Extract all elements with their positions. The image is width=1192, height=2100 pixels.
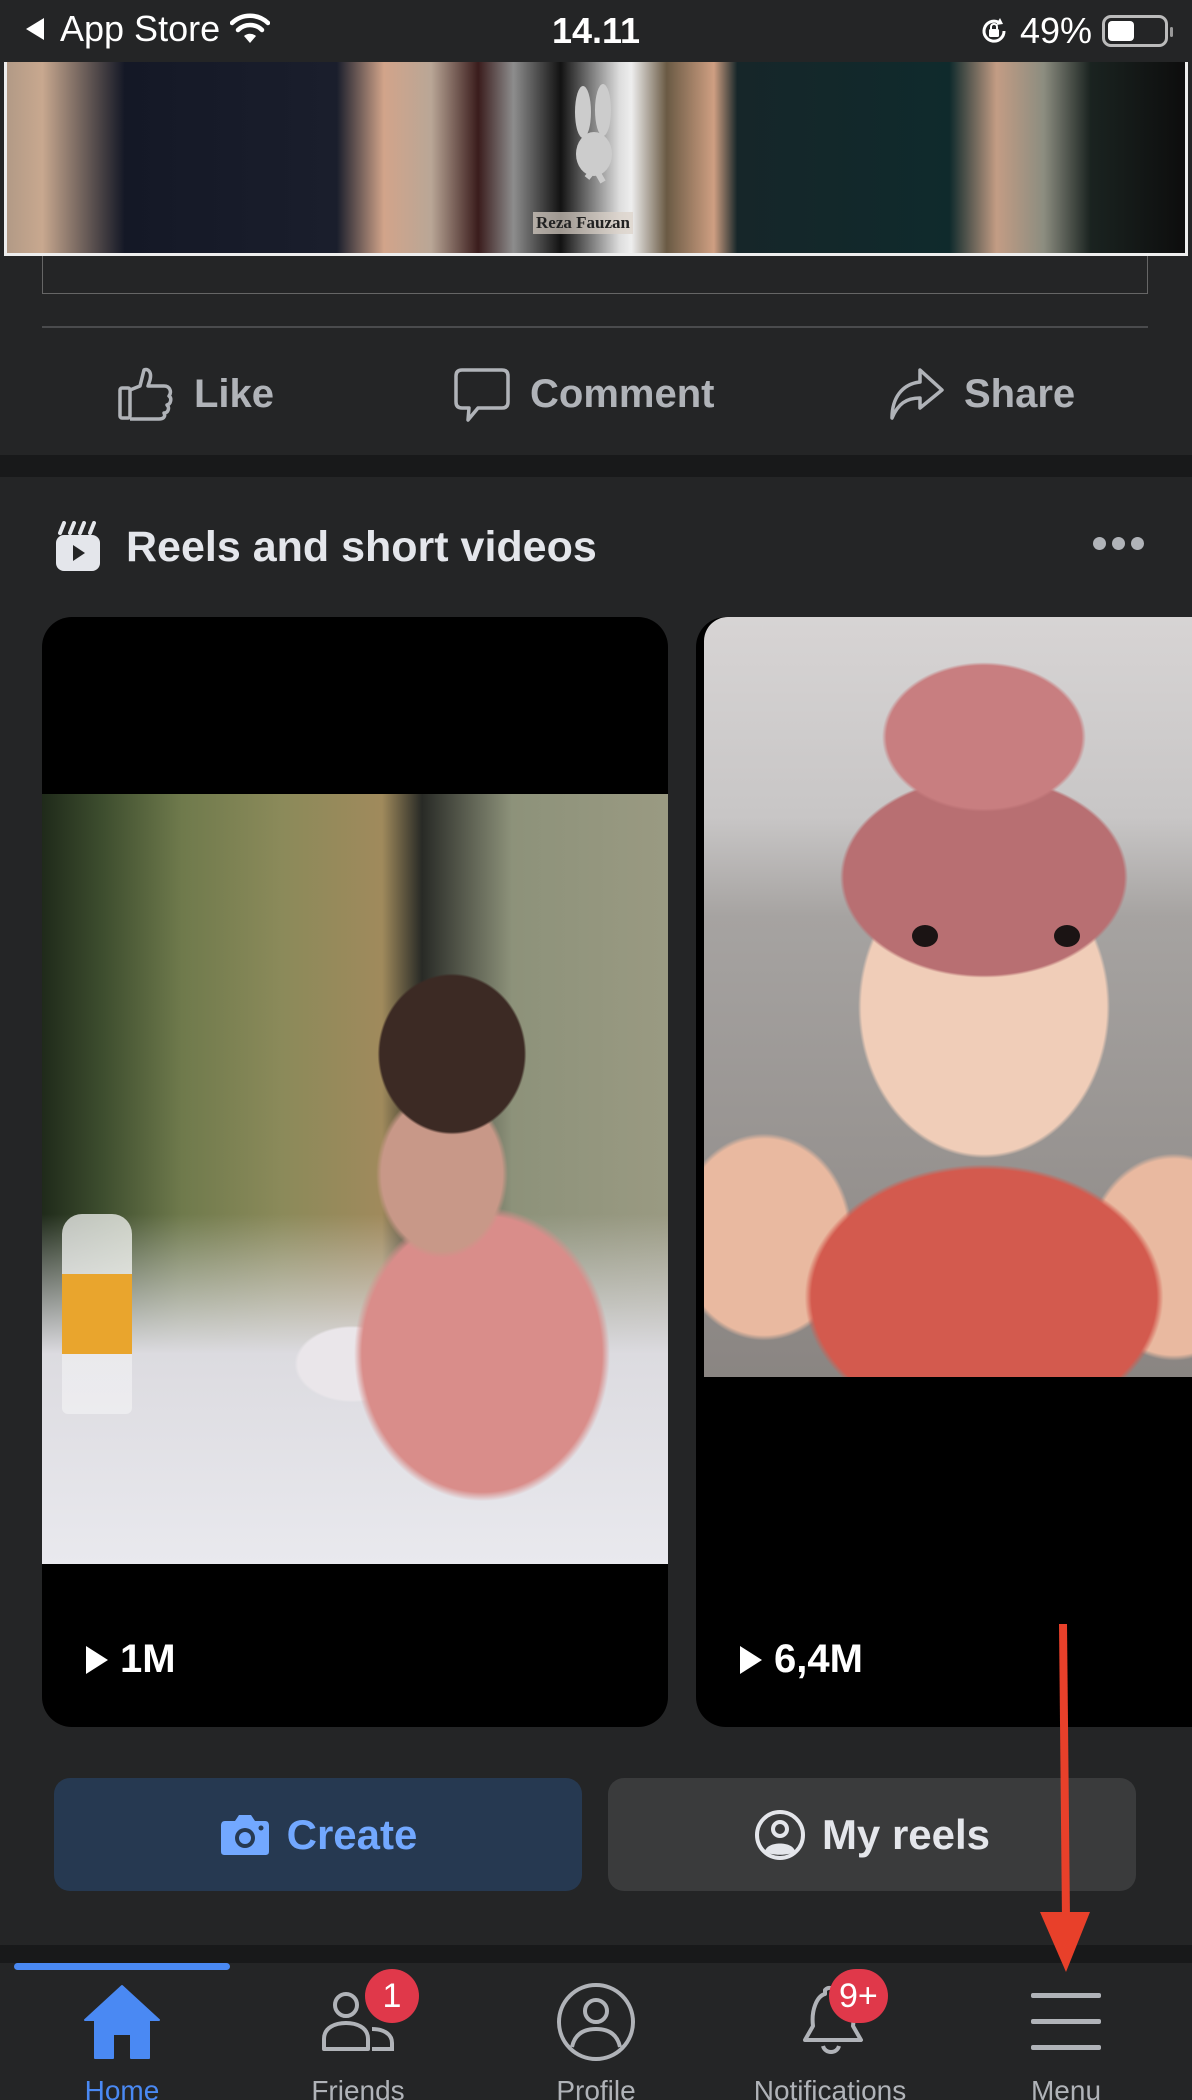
reels-title-group: Reels and short videos xyxy=(54,521,597,573)
bunny-logo-graphic xyxy=(575,84,612,184)
nav-menu[interactable]: Menu xyxy=(966,1977,1166,2100)
battery-fill xyxy=(1108,21,1135,41)
post-image[interactable]: Reza Fauzan xyxy=(4,62,1188,256)
section-separator xyxy=(0,455,1192,477)
reels-title: Reels and short videos xyxy=(126,522,597,571)
nav-profile[interactable]: Profile xyxy=(496,1977,696,2100)
nav-notifications[interactable]: 9+ Notifications xyxy=(730,1969,930,2100)
reel-card[interactable]: 6,4M xyxy=(696,617,1192,1727)
nav-friends[interactable]: 1 Friends xyxy=(258,1969,458,2100)
reels-section-header: Reels and short videos xyxy=(0,477,1192,617)
back-to-app-store[interactable]: App Store xyxy=(26,8,271,50)
nav-menu-label: Menu xyxy=(1030,2075,1102,2100)
nav-separator xyxy=(0,1945,1192,1963)
reel-views-label: 6,4M xyxy=(774,1637,863,1681)
profile-icon xyxy=(557,1983,635,2061)
status-indicators: 49% xyxy=(978,10,1173,52)
create-reel-button[interactable]: Create xyxy=(54,1778,582,1891)
comment-bubble-icon xyxy=(454,368,510,422)
my-reels-button[interactable]: My reels xyxy=(608,1778,1136,1891)
back-app-label: App Store xyxy=(60,8,221,49)
thumbs-up-icon xyxy=(118,367,173,421)
hamburger-menu-icon xyxy=(1031,1993,1101,2050)
share-arrow-icon xyxy=(890,368,944,420)
reel-views-label: 1M xyxy=(120,1637,176,1681)
reel-view-count: 1M xyxy=(86,1637,176,1682)
comment-label: Comment xyxy=(530,371,715,416)
camera-icon xyxy=(220,1814,269,1855)
nav-notifications-label: Notifications xyxy=(753,2075,907,2100)
post-actions-bar: Like Comment Share xyxy=(0,328,1192,448)
more-dots-icon[interactable] xyxy=(1093,537,1144,550)
reel-thumbnail xyxy=(42,794,668,1564)
friends-badge: 1 xyxy=(365,1969,419,2023)
battery-icon xyxy=(1102,15,1173,47)
active-tab-indicator xyxy=(14,1963,230,1970)
my-reels-label: My reels xyxy=(821,1810,991,1858)
create-label: Create xyxy=(286,1810,418,1858)
wifi-icon xyxy=(230,13,271,43)
like-label: Like xyxy=(194,371,275,416)
status-bar: App Store 14.11 49% xyxy=(0,0,1192,62)
nav-home-label: Home xyxy=(84,2075,160,2100)
reels-icon xyxy=(56,521,100,571)
comment-button[interactable]: Comment xyxy=(452,364,714,424)
profile-circle-icon xyxy=(754,1809,805,1860)
share-label: Share xyxy=(964,371,1076,416)
nav-home[interactable]: Home xyxy=(22,1977,222,2100)
rotation-lock-icon xyxy=(982,18,1006,43)
reel-card[interactable]: 1M xyxy=(42,617,668,1727)
reel-view-count: 6,4M xyxy=(740,1637,863,1682)
battery-percent: 49% xyxy=(1019,10,1092,51)
like-button[interactable]: Like xyxy=(116,364,274,424)
nav-profile-label: Profile xyxy=(556,2075,636,2100)
thumbnail-detail xyxy=(1054,925,1080,947)
bottom-navigation: Home 1 Friends Profile 9+ Notifications … xyxy=(0,1963,1192,2100)
play-icon xyxy=(86,1645,108,1674)
home-icon xyxy=(84,1985,160,2059)
image-watermark: Reza Fauzan xyxy=(533,212,633,234)
notifications-badge: 9+ xyxy=(829,1969,888,2023)
reel-thumbnail-detail xyxy=(62,1214,132,1414)
back-triangle-icon xyxy=(26,18,44,40)
post-link-preview-frame xyxy=(42,256,1148,294)
play-icon xyxy=(740,1645,762,1674)
thumbnail-detail xyxy=(912,925,938,947)
nav-friends-label: Friends xyxy=(311,2075,405,2100)
share-button[interactable]: Share xyxy=(886,364,1075,424)
reel-thumbnail xyxy=(704,617,1192,1377)
